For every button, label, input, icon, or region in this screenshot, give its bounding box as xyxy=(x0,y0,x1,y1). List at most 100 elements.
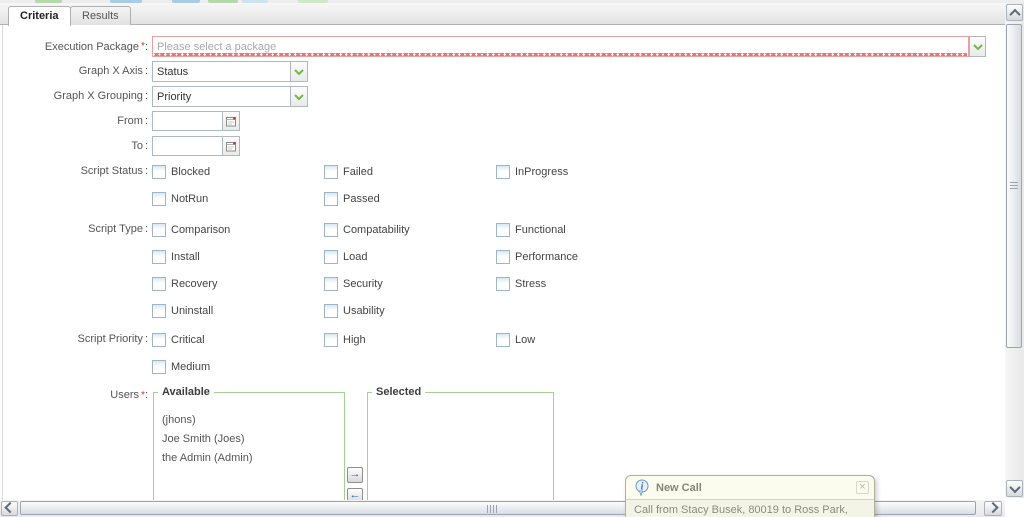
chevron-right-icon xyxy=(987,501,998,512)
script-type-group: Comparison Compatability Functional Install… xyxy=(152,222,668,330)
checkbox[interactable] xyxy=(152,223,166,237)
script-status-group: BlockedFailedInProgressNotRunPassed xyxy=(152,164,668,218)
checkbox-label: Functional xyxy=(515,222,566,236)
to-label: To: xyxy=(0,136,148,156)
checkbox-label: High xyxy=(343,332,366,346)
calendar-icon xyxy=(226,116,237,127)
checkbox[interactable] xyxy=(496,333,510,347)
checkbox-label: Security xyxy=(343,276,383,290)
graph-x-axis-dropdown-trigger[interactable] xyxy=(291,61,308,82)
from-date-picker-trigger[interactable] xyxy=(223,111,240,131)
checkbox-label: Recovery xyxy=(171,276,217,290)
graph-x-axis-input[interactable] xyxy=(153,62,290,81)
checkbox-label: Critical xyxy=(171,332,205,346)
checkbox[interactable] xyxy=(496,223,510,237)
checkbox-option-recovery: Recovery xyxy=(152,276,324,303)
checkbox-label: Stress xyxy=(515,276,546,290)
checkbox[interactable] xyxy=(324,304,338,318)
vertical-scrollbar-thumb[interactable] xyxy=(1006,24,1022,348)
from-date-input[interactable] xyxy=(153,112,222,130)
execution-package-combo xyxy=(152,36,969,57)
checkbox-option-comparison: Comparison xyxy=(152,222,324,249)
checkbox-label: Passed xyxy=(343,191,380,205)
chevron-down-icon xyxy=(294,93,304,101)
criteria-screen: Criteria Results Execution Package*: Gra… xyxy=(0,0,1024,517)
graph-x-grouping-field xyxy=(152,86,308,107)
script-type-label: Script Type: xyxy=(0,222,148,237)
checkbox[interactable] xyxy=(324,223,338,237)
checkbox[interactable] xyxy=(324,165,338,179)
list-item[interactable]: (jhons) xyxy=(162,411,344,430)
notification-body: Call from Stacy Busek, 80019 to Ross Par… xyxy=(626,499,874,517)
graph-x-axis-field xyxy=(152,61,308,82)
checkbox[interactable] xyxy=(324,277,338,291)
chevron-down-icon xyxy=(294,68,304,76)
checkbox-label: Compatability xyxy=(343,222,410,236)
scroll-right-button[interactable] xyxy=(984,501,1002,516)
checkbox-label: Uninstall xyxy=(171,303,213,317)
tab-criteria[interactable]: Criteria xyxy=(8,6,71,26)
scroll-up-button[interactable] xyxy=(1006,4,1023,21)
script-priority-label: Script Priority: xyxy=(0,332,148,347)
to-date-picker-trigger[interactable] xyxy=(223,136,240,156)
checkbox[interactable] xyxy=(152,333,166,347)
list-item[interactable]: the Admin (Admin) xyxy=(162,449,344,468)
graph-x-grouping-label: Graph X Grouping: xyxy=(0,86,148,106)
chevron-down-icon xyxy=(973,43,983,51)
checkbox[interactable] xyxy=(152,192,166,206)
scroll-left-button[interactable] xyxy=(1,501,18,516)
checkbox-option-failed: Failed xyxy=(324,164,496,191)
checkbox-option-compatability: Compatability xyxy=(324,222,496,249)
tab-results[interactable]: Results xyxy=(70,6,131,25)
script-status-label: Script Status: xyxy=(0,164,148,179)
checkbox-label: InProgress xyxy=(515,164,568,178)
move-right-button[interactable]: → xyxy=(347,467,363,483)
checkbox[interactable] xyxy=(152,165,166,179)
to-date-input[interactable] xyxy=(153,137,222,155)
from-label: From: xyxy=(0,111,148,131)
close-icon[interactable]: × xyxy=(856,481,869,494)
checkbox[interactable] xyxy=(324,192,338,206)
checkbox[interactable] xyxy=(496,165,510,179)
tab-bar: Criteria Results xyxy=(0,3,1005,25)
checkbox-option-blocked: Blocked xyxy=(152,164,324,191)
chevron-down-icon xyxy=(1009,481,1020,492)
scroll-down-button[interactable] xyxy=(1006,480,1023,497)
checkbox[interactable] xyxy=(152,360,166,374)
graph-x-axis-label: Graph X Axis: xyxy=(0,61,148,81)
vertical-scrollbar[interactable] xyxy=(1005,3,1024,498)
checkbox[interactable] xyxy=(152,277,166,291)
checkbox-label: Medium xyxy=(171,359,210,373)
checkbox-option-install: Install xyxy=(152,249,324,276)
checkbox-option-inprogress: InProgress xyxy=(496,164,668,191)
info-balloon-icon: i xyxy=(634,479,650,496)
graph-x-grouping-input[interactable] xyxy=(153,87,290,106)
checkbox[interactable] xyxy=(324,250,338,264)
available-title: Available xyxy=(158,385,214,399)
checkbox-option-critical: Critical xyxy=(152,332,324,359)
checkbox-label: Load xyxy=(343,249,367,263)
checkbox-label: Blocked xyxy=(171,164,210,178)
checkbox-option-low: Low xyxy=(496,332,668,359)
checkbox-option-load: Load xyxy=(324,249,496,276)
checkbox-label: Install xyxy=(171,249,200,263)
to-field xyxy=(152,136,240,156)
validation-error-underline xyxy=(154,53,967,56)
checkbox-label: Performance xyxy=(515,249,578,263)
list-item[interactable]: Joe Smith (Joes) xyxy=(162,430,344,449)
checkbox[interactable] xyxy=(152,250,166,264)
checkbox[interactable] xyxy=(152,304,166,318)
graph-x-grouping-dropdown-trigger[interactable] xyxy=(291,86,308,107)
svg-text:i: i xyxy=(641,482,644,493)
thumb-grip xyxy=(1010,182,1018,190)
checkbox[interactable] xyxy=(496,250,510,264)
checkbox[interactable] xyxy=(496,277,510,291)
chevron-up-icon xyxy=(1009,8,1020,19)
execution-package-dropdown-trigger[interactable] xyxy=(969,36,986,57)
checkbox-option-passed: Passed xyxy=(324,191,496,218)
checkbox-option-security: Security xyxy=(324,276,496,303)
users-available-fieldset: Available (jhons)Joe Smith (Joes)the Adm… xyxy=(153,392,345,517)
users-label: Users*: xyxy=(0,388,148,403)
checkbox-option-usability: Usability xyxy=(324,303,496,330)
checkbox[interactable] xyxy=(324,333,338,347)
